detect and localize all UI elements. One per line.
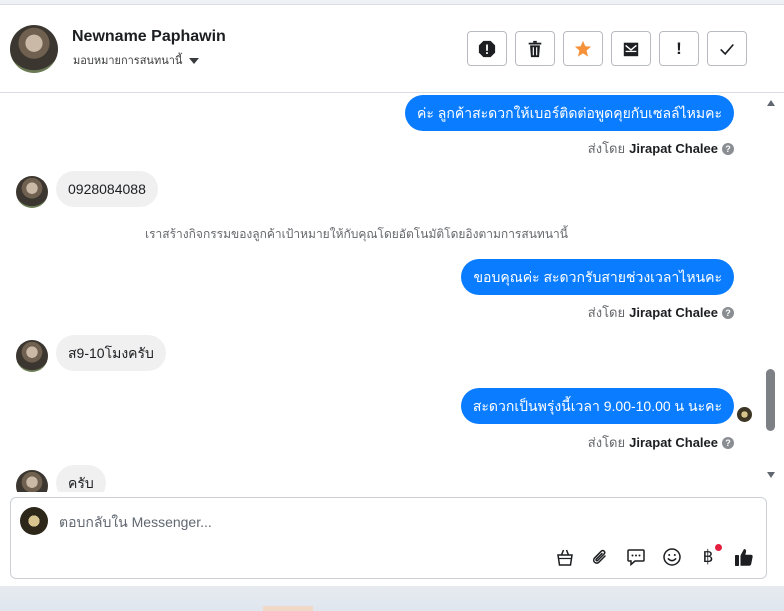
seen-avatar-icon xyxy=(737,407,752,422)
reply-composer: ฿ xyxy=(10,497,767,579)
attachment-icon xyxy=(592,549,606,564)
trash-icon xyxy=(528,40,542,57)
sender-name: Jirapat Chalee xyxy=(629,435,718,450)
page-avatar xyxy=(20,507,48,535)
star-button[interactable] xyxy=(563,31,603,66)
baht-icon: ฿ xyxy=(702,547,714,566)
like-button[interactable] xyxy=(733,546,755,568)
important-button[interactable]: ! xyxy=(659,31,699,66)
delete-button[interactable] xyxy=(515,31,555,66)
report-icon xyxy=(478,40,496,57)
sent-by-label: ส่งโดย Jirapat Chalee ? xyxy=(588,138,734,159)
notification-dot xyxy=(715,544,722,551)
message-bubble-outgoing[interactable]: สะดวกเป็นพรุ่งนี้เวลา 9.00-10.00 น นะคะ xyxy=(460,388,734,424)
conversation-panel: Newname Paphawin มอบหมายการสนทนานี้ ! ค่… xyxy=(0,4,784,586)
like-icon xyxy=(735,549,753,566)
scroll-down-arrow-icon[interactable] xyxy=(767,472,775,478)
contact-avatar[interactable] xyxy=(10,25,58,73)
mark-unread-button[interactable] xyxy=(611,31,651,66)
sent-by-prefix: ส่งโดย xyxy=(587,141,626,156)
help-icon[interactable]: ? xyxy=(722,436,734,449)
sent-by-prefix: ส่งโดย xyxy=(587,305,626,320)
shop-button[interactable] xyxy=(554,546,576,568)
thread-scrollbar[interactable] xyxy=(764,94,778,492)
shop-icon xyxy=(557,549,573,566)
star-icon xyxy=(574,40,592,57)
check-icon xyxy=(720,43,734,55)
contact-name[interactable]: Newname Paphawin xyxy=(72,28,226,46)
sender-name: Jirapat Chalee xyxy=(629,305,718,320)
page-background-strip xyxy=(0,586,784,611)
sent-by-label: ส่งโดย Jirapat Chalee ? xyxy=(588,302,734,323)
scroll-up-arrow-icon[interactable] xyxy=(767,100,775,106)
message-bubble-incoming[interactable]: 0928084088 xyxy=(56,171,158,207)
message-bubble-outgoing[interactable]: ค่ะ ลูกค้าสะดวกให้เบอร์ติดต่อพูดคุยกับเซ… xyxy=(405,95,734,131)
assign-label: มอบหมายการสนทนานี้ xyxy=(73,55,183,67)
help-icon[interactable]: ? xyxy=(722,306,734,319)
attach-button[interactable] xyxy=(589,546,611,568)
conversation-header: Newname Paphawin มอบหมายการสนทนานี้ ! xyxy=(0,5,784,93)
emoji-button[interactable] xyxy=(661,546,683,568)
emoji-icon xyxy=(663,548,681,566)
sent-by-prefix: ส่งโดย xyxy=(587,435,626,450)
saved-replies-button[interactable] xyxy=(625,546,647,568)
message-bubble-outgoing[interactable]: ขอบคุณค่ะ สะดวกรับสายช่วงเวลาไหนคะ xyxy=(461,259,734,295)
message-bubble-incoming[interactable]: ครับ xyxy=(56,465,106,492)
done-button[interactable] xyxy=(707,31,747,66)
message-thread[interactable]: ค่ะ ลูกค้าสะดวกให้เบอร์ติดต่อพูดคุยกับเซ… xyxy=(0,94,764,492)
reply-input[interactable] xyxy=(59,511,709,533)
sent-by-label: ส่งโดย Jirapat Chalee ? xyxy=(588,432,734,453)
contact-avatar-small xyxy=(16,340,48,372)
help-icon[interactable]: ? xyxy=(722,142,734,155)
system-note: เราสร้างกิจกรรมของลูกค้าเป้าหมายให้กับคุ… xyxy=(145,227,568,241)
contact-avatar-small xyxy=(16,470,48,492)
taskbar-highlight xyxy=(263,606,313,611)
report-button[interactable] xyxy=(467,31,507,66)
sender-name: Jirapat Chalee xyxy=(629,141,718,156)
mark-unread-icon xyxy=(623,42,639,56)
assign-conversation-dropdown[interactable]: มอบหมายการสนทนานี้ xyxy=(73,51,200,69)
scrollbar-thumb[interactable] xyxy=(766,369,775,431)
important-icon: ! xyxy=(676,38,682,58)
caret-down-icon xyxy=(189,57,200,64)
contact-avatar-small xyxy=(16,176,48,208)
saved-replies-icon xyxy=(627,549,645,567)
message-bubble-incoming[interactable]: ส9-10โมงครับ xyxy=(56,335,166,371)
